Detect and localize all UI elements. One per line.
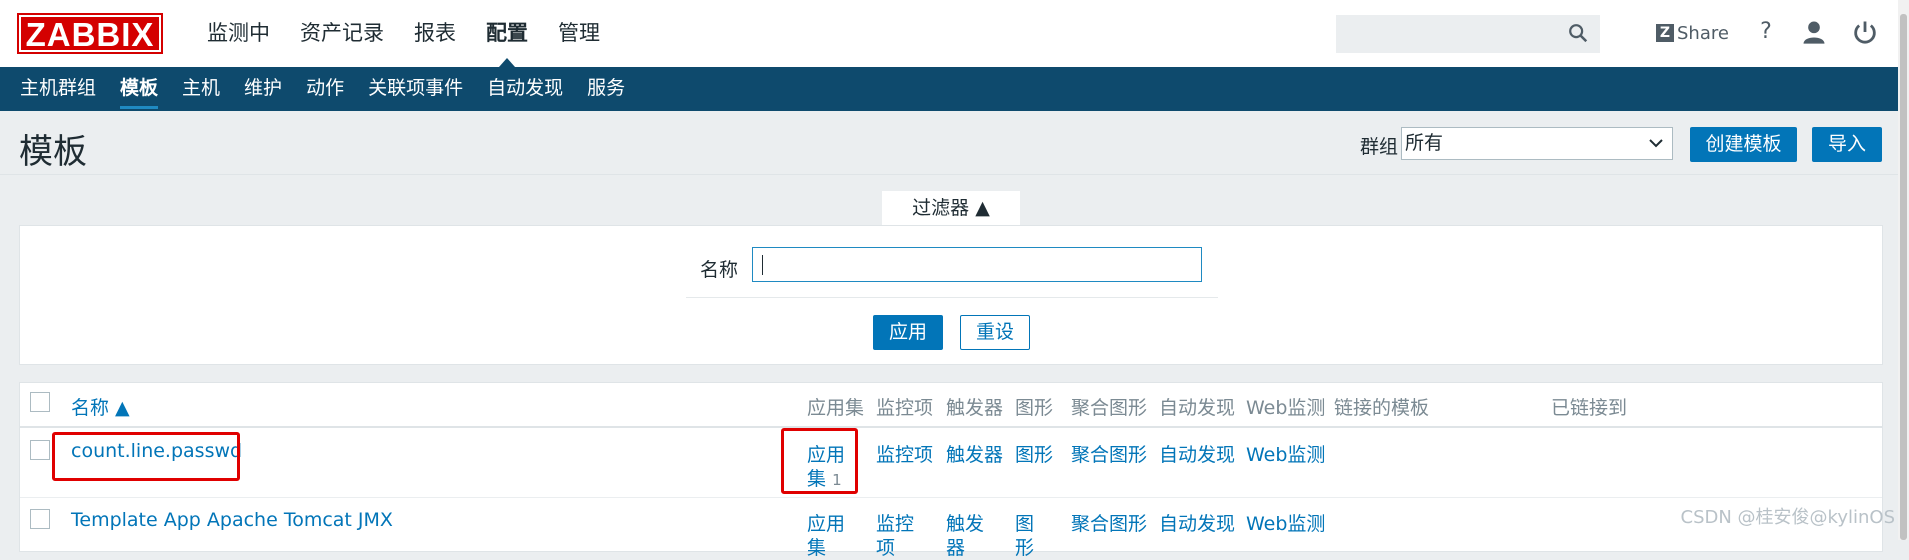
help-icon[interactable]: ? [1752,18,1780,46]
menu-monitoring[interactable]: 监测中 [192,0,285,67]
items-link-line2[interactable]: 项 [876,533,895,560]
column-name-header[interactable]: 名称 ▲ [71,393,130,420]
template-name-link[interactable]: Template App Apache Tomcat JMX [71,509,393,531]
submenu-event-correlation[interactable]: 关联项事件 [356,67,475,111]
global-search-input[interactable] [1336,15,1600,53]
apply-button[interactable]: 应用 [873,315,943,350]
share-icon: Z [1656,24,1674,42]
filter-name-label: 名称 [700,259,739,281]
user-profile-icon[interactable] [1800,18,1828,46]
column-web-header: Web监测 [1246,397,1326,419]
submenu-maintenance[interactable]: 维护 [232,67,294,111]
row-checkbox[interactable] [30,509,50,529]
zabbix-logo[interactable]: ZABBIX [17,13,163,54]
text-caret [762,255,763,275]
import-button[interactable]: 导入 [1812,127,1882,162]
triggers-link[interactable]: 触发 [946,509,984,536]
submenu-host-groups[interactable]: 主机群组 [8,67,108,111]
column-screens-header: 聚合图形 [1071,397,1148,419]
column-discovery-header: 自动发现 [1159,397,1236,419]
csdn-watermark: CSDN @桂安俊@kylinOS [1680,507,1895,528]
filter-name-input[interactable] [752,247,1202,282]
column-triggers-header: 触发器 [946,397,1004,419]
row-checkbox[interactable] [30,440,50,460]
items-link[interactable]: 监控 [876,509,914,536]
items-link[interactable]: 监控项 [876,440,933,467]
graphs-link[interactable]: 图 [1015,509,1034,536]
submenu-hosts[interactable]: 主机 [170,67,232,111]
share-label: Share [1677,22,1729,44]
group-select-value: 所有 [1405,132,1444,154]
graphs-link[interactable]: 图形 [1015,440,1053,467]
column-linked-to-header: 已链接到 [1551,397,1628,419]
applications-link[interactable]: 应用 [807,509,845,536]
web-scenarios-link[interactable]: Web监测 [1246,440,1325,467]
scrollbar-thumb[interactable] [1900,14,1907,540]
column-graphs-header: 图形 [1015,397,1054,419]
select-all-checkbox[interactable] [30,392,50,412]
group-label: 群组 [1360,136,1399,158]
reset-button[interactable]: 重设 [960,315,1030,350]
filter-divider [686,297,1218,298]
group-select[interactable]: 所有 [1401,127,1673,160]
submenu-templates[interactable]: 模板 [108,67,170,111]
screens-link[interactable]: 聚合图形 [1071,509,1147,536]
create-template-button[interactable]: 创建模板 [1690,127,1797,162]
filter-panel [19,225,1883,365]
page-title: 模板 [19,132,87,172]
discovery-link[interactable]: 自动发现 [1159,440,1235,467]
applications-link-line2[interactable]: 集 [807,533,826,560]
highlight-box-applications [781,428,858,494]
menu-administration[interactable]: 管理 [543,0,615,67]
screens-link[interactable]: 聚合图形 [1071,440,1147,467]
submenu-discovery[interactable]: 自动发现 [475,67,575,111]
row-divider [20,497,1882,498]
chevron-down-icon [1649,139,1663,148]
table-header-divider [20,426,1882,428]
column-linked-templates-header: 链接的模板 [1334,397,1430,419]
graphs-link-line2[interactable]: 形 [1015,533,1034,560]
submenu-services[interactable]: 服务 [575,67,637,111]
filter-tab[interactable]: 过滤器 ▲ [882,191,1020,226]
column-items-header: 监控项 [876,397,934,419]
menu-configuration[interactable]: 配置 [471,0,543,67]
menu-inventory[interactable]: 资产记录 [285,0,399,67]
sub-menu: 主机群组 模板 主机 维护 动作 关联项事件 自动发现 服务 [8,67,637,111]
highlight-box-name [52,432,240,481]
web-scenarios-link[interactable]: Web监测 [1246,509,1325,536]
main-menu: 监测中 资产记录 报表 配置 管理 [192,0,615,67]
submenu-actions[interactable]: 动作 [294,67,356,111]
top-header: ZABBIX 监测中 资产记录 报表 配置 管理 Z Share ? [0,0,1898,67]
triggers-link[interactable]: 触发器 [946,440,1003,467]
header-divider [0,174,1898,175]
sign-out-icon[interactable] [1851,18,1879,46]
discovery-link[interactable]: 自动发现 [1159,509,1235,536]
sub-menu-bar: 主机群组 模板 主机 维护 动作 关联项事件 自动发现 服务 [0,67,1898,111]
share-link[interactable]: Z Share [1656,20,1729,46]
menu-reports[interactable]: 报表 [399,0,471,67]
column-applications-header: 应用集 [807,397,865,419]
triggers-link-line2[interactable]: 器 [946,533,965,560]
search-icon[interactable] [1567,22,1589,44]
